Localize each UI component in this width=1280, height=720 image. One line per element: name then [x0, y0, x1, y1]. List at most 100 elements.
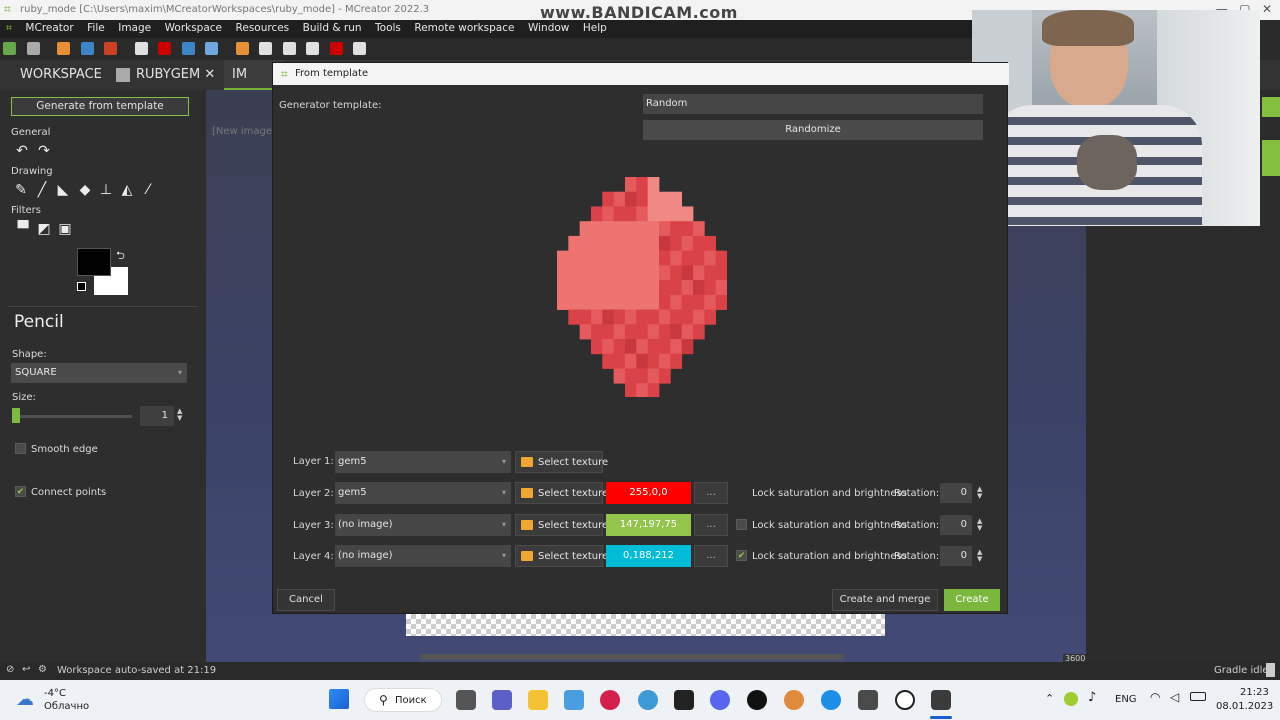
mcreator-taskbar-icon[interactable] — [931, 690, 951, 710]
run-server-icon[interactable] — [282, 42, 296, 55]
windows-start-icon[interactable] — [329, 689, 349, 709]
smooth-edge-checkbox[interactable] — [15, 443, 26, 454]
opera-icon[interactable] — [600, 690, 620, 710]
line-icon[interactable]: ╱ — [34, 182, 50, 198]
clock-time[interactable]: 21:23 — [1240, 687, 1269, 698]
volume-icon[interactable]: ◁ — [1170, 690, 1179, 704]
layer-3-rotation-spinner[interactable]: ▲ ▼ — [977, 518, 982, 532]
right-panel-button[interactable] — [1262, 97, 1280, 117]
wifi-icon[interactable]: ◠ — [1150, 690, 1160, 704]
grid-icon[interactable] — [181, 42, 195, 55]
redo-icon[interactable]: ↷ — [36, 143, 52, 159]
layer-1-select-texture-button[interactable]: Select texture — [515, 451, 608, 473]
clock-date[interactable]: 08.01.2023 — [1216, 701, 1273, 712]
microphone-icon[interactable]: ♪ — [1088, 690, 1096, 705]
stop-icon[interactable] — [329, 42, 343, 55]
chevron-up-icon[interactable]: ⌃ — [1045, 692, 1054, 705]
browser-icon[interactable] — [638, 690, 658, 710]
resources-icon[interactable] — [80, 42, 94, 55]
size-spinner[interactable]: ▲ ▼ — [177, 408, 182, 422]
cancel-button[interactable]: Cancel — [277, 589, 335, 611]
new-element-icon[interactable] — [57, 42, 70, 55]
calculator-icon[interactable] — [858, 690, 878, 710]
edge-icon[interactable] — [821, 690, 841, 710]
layer-2-rotation-spinner[interactable]: ▲ ▼ — [977, 486, 982, 500]
store-icon[interactable] — [564, 690, 584, 710]
file-explorer-icon[interactable] — [528, 690, 548, 710]
menu-mcreator[interactable]: MCreator — [20, 20, 78, 36]
tab-workspace[interactable]: WORKSPACE — [12, 60, 110, 90]
game-app-icon[interactable] — [784, 690, 804, 710]
size-input[interactable]: 1 — [140, 406, 174, 426]
build-icon[interactable] — [158, 42, 171, 55]
fill-bucket-icon[interactable]: ◭ — [119, 182, 135, 198]
desaturate-filter-icon[interactable]: ◩ — [36, 221, 52, 237]
weather-cloud-icon[interactable]: ☁ — [16, 689, 34, 710]
layer-2-color-button[interactable]: 255,0,0 — [606, 482, 691, 504]
task-view-icon[interactable] — [456, 690, 476, 710]
swap-colors-icon[interactable]: ⮌ — [116, 247, 125, 266]
layer-2-select-texture-button[interactable]: Select texture — [515, 482, 608, 504]
taskbar-search-box[interactable]: ⚲ Поиск — [364, 688, 442, 712]
textures-icon[interactable] — [104, 42, 117, 55]
gradle-icon[interactable] — [306, 42, 319, 55]
gear-icon[interactable]: ⚙ — [38, 664, 47, 675]
menu-help[interactable]: Help — [578, 20, 612, 36]
layer-3-more-button[interactable]: ... — [694, 514, 728, 536]
menu-workspace[interactable]: Workspace — [160, 20, 227, 36]
pencil-icon[interactable]: ✎ — [13, 182, 29, 198]
workspace-icon[interactable] — [3, 42, 16, 55]
layer-4-rotation-spinner[interactable]: ▲ ▼ — [977, 549, 982, 563]
randomize-button[interactable]: Randomize — [643, 120, 983, 140]
run-client-icon[interactable] — [259, 42, 272, 55]
create-button[interactable]: Create — [944, 589, 1000, 611]
app-2k-icon[interactable] — [674, 690, 694, 710]
language-indicator[interactable]: ENG — [1115, 694, 1137, 705]
undo-icon[interactable]: ↶ — [14, 143, 30, 159]
generate-from-template-button[interactable]: Generate from template — [11, 97, 189, 116]
blocks-icon[interactable] — [205, 42, 218, 55]
close-icon[interactable]: ✕ — [204, 67, 215, 82]
bandicam-icon[interactable] — [747, 690, 767, 710]
size-slider-thumb[interactable] — [12, 408, 20, 423]
layer-3-color-button[interactable]: 147,197,75 — [606, 514, 691, 536]
debug-icon[interactable] — [353, 42, 366, 55]
menu-image[interactable]: Image — [113, 20, 156, 36]
shape-icon[interactable]: ◣ — [55, 182, 71, 198]
connect-points-checkbox[interactable]: ✔ — [15, 486, 26, 497]
layer-4-select-texture-button[interactable]: Select texture — [515, 545, 608, 567]
layer-2-image-select[interactable]: gem5 ▾ — [335, 482, 511, 504]
discord-icon[interactable] — [710, 690, 730, 710]
menu-tools[interactable]: Tools — [370, 20, 406, 36]
shape-select[interactable]: SQUARE ▾ — [11, 363, 187, 383]
sync-icon[interactable]: ↩ — [22, 664, 30, 675]
menu-remote-workspace[interactable]: Remote workspace — [409, 20, 519, 36]
primary-color-swatch[interactable] — [77, 248, 111, 276]
right-panel-button[interactable] — [1262, 140, 1280, 176]
horizontal-scrollbar[interactable] — [420, 654, 844, 660]
size-slider-track[interactable] — [14, 415, 132, 418]
stamp-icon[interactable]: ⊥ — [98, 182, 114, 198]
layer-4-lock-checkbox[interactable]: ✔ — [736, 550, 747, 561]
menu-build-run[interactable]: Build & run — [298, 20, 367, 36]
open-icon[interactable] — [26, 42, 40, 55]
noise-filter-icon[interactable]: ▣ — [57, 221, 73, 237]
layer-2-rotation-input[interactable]: 0 — [940, 483, 972, 503]
layer-3-image-select[interactable]: (no image) ▾ — [335, 514, 511, 536]
create-and-merge-button[interactable]: Create and merge — [832, 589, 938, 611]
layer-1-image-select[interactable]: gem5 ▾ — [335, 451, 511, 473]
obs-icon[interactable] — [895, 690, 915, 710]
menu-resources[interactable]: Resources — [231, 20, 295, 36]
layer-3-rotation-input[interactable]: 0 — [940, 515, 972, 535]
settings-icon[interactable] — [134, 42, 148, 55]
teams-chat-icon[interactable] — [492, 690, 512, 710]
layer-4-more-button[interactable]: ... — [694, 545, 728, 567]
layer-3-lock-checkbox[interactable] — [736, 519, 747, 530]
layer-4-image-select[interactable]: (no image) ▾ — [335, 545, 511, 567]
layer-4-color-button[interactable]: 0,188,212 — [606, 545, 691, 567]
eraser-icon[interactable]: ◆ — [77, 182, 93, 198]
generator-template-select[interactable]: Random — [643, 94, 983, 114]
layer-2-more-button[interactable]: ... — [694, 482, 728, 504]
layer-3-select-texture-button[interactable]: Select texture — [515, 514, 608, 536]
menu-window[interactable]: Window — [523, 20, 574, 36]
